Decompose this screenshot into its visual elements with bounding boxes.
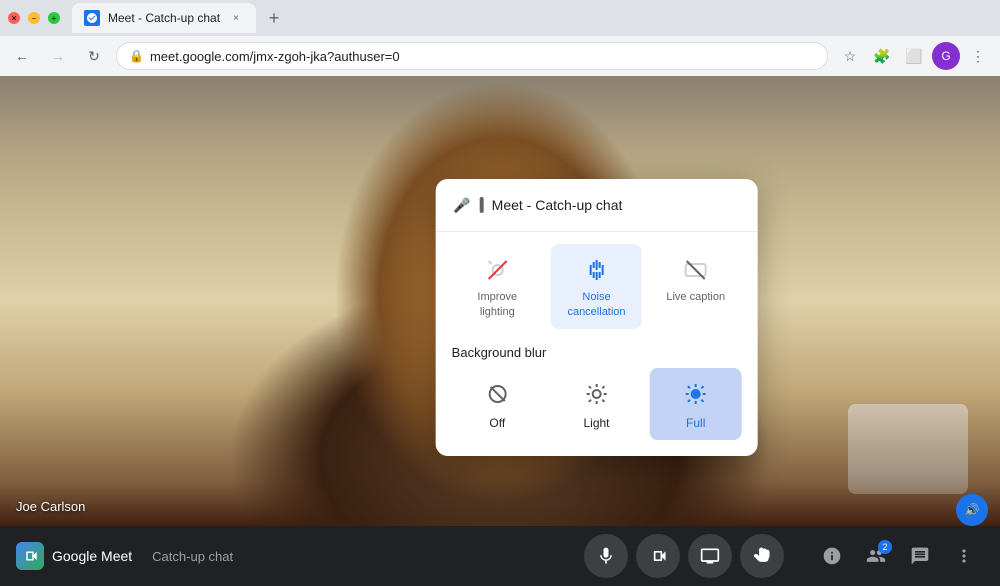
raise-hand-button[interactable]	[740, 534, 784, 578]
tab-close-button[interactable]: ×	[228, 10, 244, 26]
security-icon: 🔒	[129, 49, 144, 63]
title-bar: ✕ − + Meet - Catch-up chat × +	[0, 0, 1000, 36]
chat-button[interactable]	[900, 536, 940, 576]
popup-header: 🎤 Meet - Catch-up chat	[452, 195, 742, 215]
popup-panel: 🎤 Meet - Catch-up chat Im	[436, 179, 758, 456]
new-tab-button[interactable]: +	[260, 4, 288, 32]
blur-light-label: Light	[583, 416, 609, 430]
browser-chrome: ✕ − + Meet - Catch-up chat × + ← → ↻ 🔒 m…	[0, 0, 1000, 76]
meet-right-icons: 2	[812, 536, 984, 576]
blur-light-button[interactable]: Light	[551, 368, 642, 440]
active-tab[interactable]: Meet - Catch-up chat ×	[72, 3, 256, 33]
improve-lighting-button[interactable]: Improve lighting	[452, 244, 543, 329]
profile-button[interactable]: G	[932, 42, 960, 70]
pip-video	[848, 404, 968, 494]
noise-cancellation-label: Noise cancellation	[559, 290, 634, 319]
sidebar-button[interactable]: ⬜	[900, 42, 928, 70]
pip-audio-button[interactable]: 🔊	[956, 494, 988, 526]
forward-button[interactable]: →	[44, 42, 72, 70]
noise-cancellation-button[interactable]: Noise cancellation	[551, 244, 642, 329]
info-button[interactable]	[812, 536, 852, 576]
refresh-button[interactable]: ↻	[80, 42, 108, 70]
popup-top-divider	[436, 231, 758, 232]
popup-title: Meet - Catch-up chat	[492, 197, 623, 213]
blur-off-button[interactable]: Off	[452, 368, 543, 440]
camera-button[interactable]	[636, 534, 680, 578]
popup-mic-icon: 🎤	[452, 195, 472, 215]
url-bar[interactable]: 🔒 meet.google.com/jmx-zgoh-jka?authuser=…	[116, 42, 828, 70]
pip-person-overlay	[848, 404, 968, 494]
menu-button[interactable]: ⋮	[964, 42, 992, 70]
people-count-badge: 2	[878, 540, 892, 554]
blur-full-label: Full	[686, 416, 705, 430]
blur-off-label: Off	[489, 416, 505, 430]
blur-full-button[interactable]: Full	[650, 368, 741, 440]
popup-divider-icon	[480, 197, 484, 213]
tab-title: Meet - Catch-up chat	[108, 11, 220, 25]
more-options-button[interactable]	[944, 536, 984, 576]
back-button[interactable]: ←	[8, 42, 36, 70]
blur-full-icon	[680, 378, 712, 410]
blur-options: Off	[452, 368, 742, 440]
meet-controls	[584, 534, 784, 578]
blur-section-title: Background blur	[452, 345, 742, 360]
blur-off-icon	[481, 378, 513, 410]
mic-button[interactable]	[584, 534, 628, 578]
main-video: Joe Carlson 🔊 🎤 Meet - Catch-up chat	[0, 76, 1000, 526]
blur-light-icon	[580, 378, 612, 410]
minimize-window-button[interactable]: −	[28, 12, 40, 24]
close-window-button[interactable]: ✕	[8, 12, 20, 24]
tab-favicon	[84, 10, 100, 26]
extensions-button[interactable]: 🧩	[868, 42, 896, 70]
people-button[interactable]: 2	[856, 536, 896, 576]
url-text: meet.google.com/jmx-zgoh-jka?authuser=0	[150, 49, 400, 64]
live-caption-button[interactable]: Live caption	[650, 244, 741, 329]
meet-logo: Google Meet	[16, 542, 132, 570]
noise-cancellation-icon	[580, 254, 612, 286]
present-button[interactable]	[688, 534, 732, 578]
popup-actions: Improve lighting	[452, 244, 742, 329]
google-meet-icon	[16, 542, 44, 570]
live-caption-icon	[680, 254, 712, 286]
bookmark-button[interactable]: ☆	[836, 42, 864, 70]
call-title: Catch-up chat	[152, 549, 233, 564]
improve-lighting-icon	[481, 254, 513, 286]
improve-lighting-label: Improve lighting	[460, 290, 535, 319]
meet-bottom-bar: Google Meet Catch-up chat	[0, 526, 1000, 586]
person-name-label: Joe Carlson	[16, 499, 85, 514]
toolbar-icons: ☆ 🧩 ⬜ G ⋮	[836, 42, 992, 70]
live-caption-label: Live caption	[666, 290, 725, 304]
address-bar: ← → ↻ 🔒 meet.google.com/jmx-zgoh-jka?aut…	[0, 36, 1000, 76]
meet-content: Joe Carlson 🔊 🎤 Meet - Catch-up chat	[0, 76, 1000, 526]
maximize-window-button[interactable]: +	[48, 12, 60, 24]
window-controls: ✕ − +	[8, 12, 60, 24]
